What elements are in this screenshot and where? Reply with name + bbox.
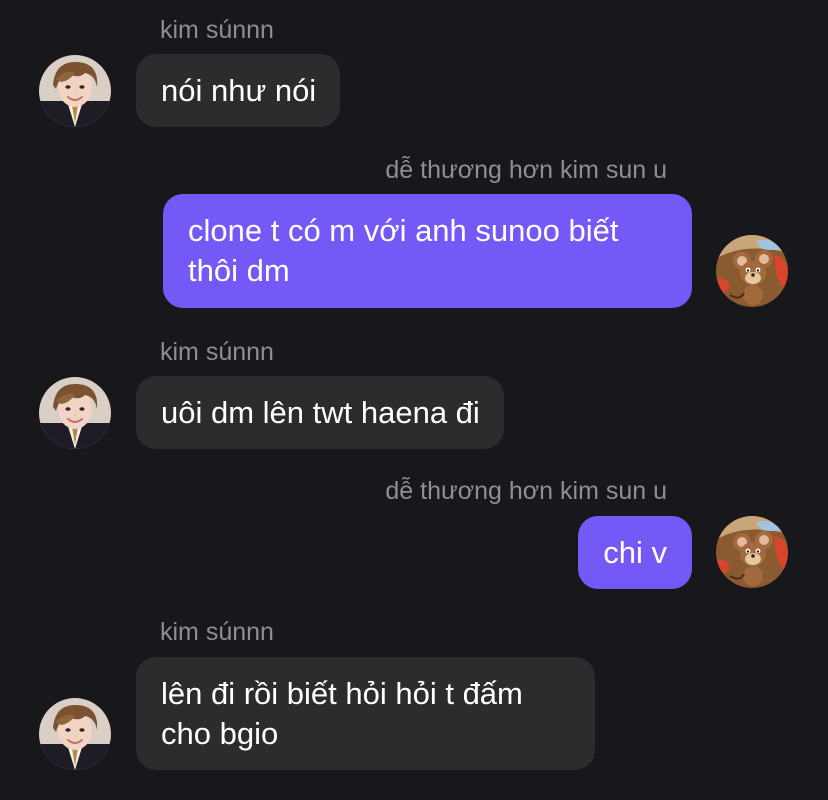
message-text: clone t có m với anh sunoo biết thôi dm (188, 213, 619, 288)
cartoon-mouse-avatar-icon[interactable] (716, 235, 788, 307)
outgoing-message-bubble[interactable]: chi v (578, 516, 692, 589)
sender-name: kim súnnn (160, 16, 274, 44)
outgoing-message-bubble[interactable]: clone t có m với anh sunoo biết thôi dm (163, 194, 692, 308)
message-text: uôi dm lên twt haena đi (161, 395, 480, 430)
cartoon-mouse-avatar-icon[interactable] (716, 516, 788, 588)
message-text: nói như nói (161, 73, 317, 108)
incoming-message-bubble[interactable]: uôi dm lên twt haena đi (136, 376, 504, 449)
boy-portrait-avatar-icon[interactable] (39, 377, 111, 449)
sender-name: dễ thương hơn kim sun u (385, 156, 667, 184)
sender-name: dễ thương hơn kim sun u (385, 477, 667, 505)
message-text: chi v (603, 535, 667, 570)
incoming-message-bubble[interactable]: nói như nói (136, 54, 341, 127)
boy-portrait-avatar-icon[interactable] (39, 698, 111, 770)
boy-portrait-avatar-icon[interactable] (39, 55, 111, 127)
message-text: lên đi rồi biết hỏi hỏi t đấm cho bgio (161, 676, 523, 751)
sender-name: kim súnnn (160, 338, 274, 366)
incoming-message-bubble[interactable]: lên đi rồi biết hỏi hỏi t đấm cho bgio (136, 657, 595, 770)
sender-name: kim súnnn (160, 618, 274, 646)
